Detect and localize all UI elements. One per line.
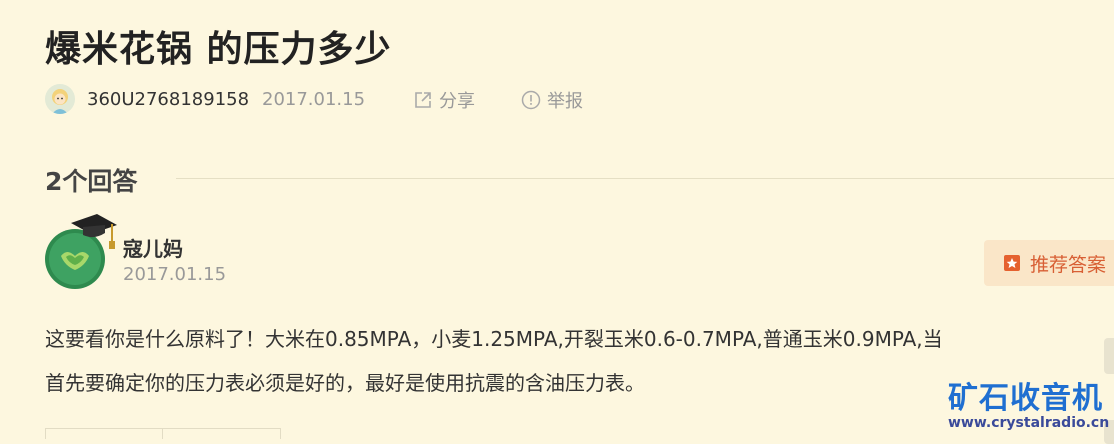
info-circle-icon [521, 90, 541, 110]
bookmark-icon [1004, 255, 1020, 271]
watermark-url: www.crystalradio.cn [948, 415, 1110, 431]
answer-date: 2017.01.15 [123, 264, 227, 285]
share-icon [415, 92, 431, 108]
recommend-label: 推荐答案 [1030, 253, 1107, 276]
question-meta: 360U2768189158 2017.01.15 分享 举报 [45, 84, 645, 116]
report-button[interactable]: 举报 [521, 87, 583, 113]
share-button[interactable]: 分享 [413, 87, 475, 113]
report-label: 举报 [547, 91, 583, 112]
answer-count: 2个回答 [45, 167, 138, 196]
question-title: 爆米花锅 的压力多少 [45, 29, 392, 70]
divider [176, 178, 1114, 179]
bottom-action-box[interactable] [45, 428, 281, 439]
recommended-answer-badge: 推荐答案 [984, 240, 1114, 286]
answerer-username[interactable]: 寇儿妈 [123, 233, 183, 262]
graduate-avatar-icon[interactable] [45, 212, 117, 290]
watermark: 矿石收音机 www.crystalradio.cn [948, 373, 1114, 436]
asker-username[interactable]: 360U2768189158 [87, 89, 249, 110]
share-label: 分享 [439, 91, 475, 112]
watermark-text: 矿石收音机 [948, 381, 1103, 416]
question-date: 2017.01.15 [262, 89, 366, 110]
answer-line: 这要看你是什么原料了！大米在0.85MPA，小麦1.25MPA,开裂玉米0.6-… [45, 327, 943, 351]
answers-header: 2个回答 [45, 162, 1114, 196]
cartoon-avatar-icon[interactable] [45, 84, 75, 114]
divider [162, 429, 163, 439]
side-float-tab[interactable] [1104, 338, 1114, 374]
